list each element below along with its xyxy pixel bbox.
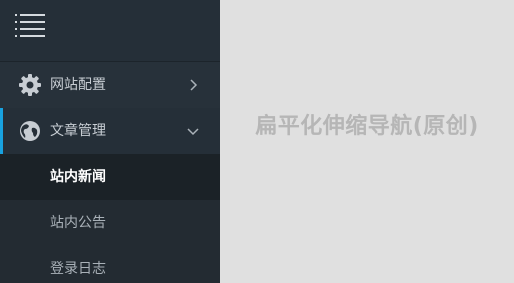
- globe-icon: [18, 119, 42, 143]
- sidebar-item-site-config[interactable]: 网站配置: [0, 62, 220, 108]
- sidebar-subitem-site-news[interactable]: 站内新闻: [0, 154, 220, 200]
- sidebar-subitem-login-log[interactable]: 登录日志: [0, 246, 220, 283]
- sidebar-subitem-label: 站内新闻: [50, 169, 106, 185]
- sidebar-item-article-management[interactable]: 文章管理: [0, 108, 220, 154]
- sidebar-item-label: 网站配置: [50, 77, 106, 93]
- sidebar-submenu: 站内新闻 站内公告 登录日志: [0, 154, 220, 283]
- sidebar-header: [0, 0, 220, 62]
- chevron-down-icon: [186, 124, 200, 138]
- sidebar-subitem-label: 登录日志: [50, 261, 106, 277]
- sidebar-subitem-site-notices[interactable]: 站内公告: [0, 200, 220, 246]
- main-content: 扁平化伸缩导航(原创): [220, 0, 514, 283]
- hamburger-menu-icon[interactable]: [15, 13, 45, 39]
- page-title: 扁平化伸缩导航(原创): [255, 114, 479, 139]
- sidebar-item-label: 文章管理: [50, 123, 106, 139]
- sidebar: 网站配置 文章管理 站内新闻 站内公告 登录日志: [0, 0, 220, 283]
- gear-icon: [18, 73, 42, 97]
- chevron-right-icon: [186, 78, 200, 92]
- sidebar-subitem-label: 站内公告: [50, 215, 106, 231]
